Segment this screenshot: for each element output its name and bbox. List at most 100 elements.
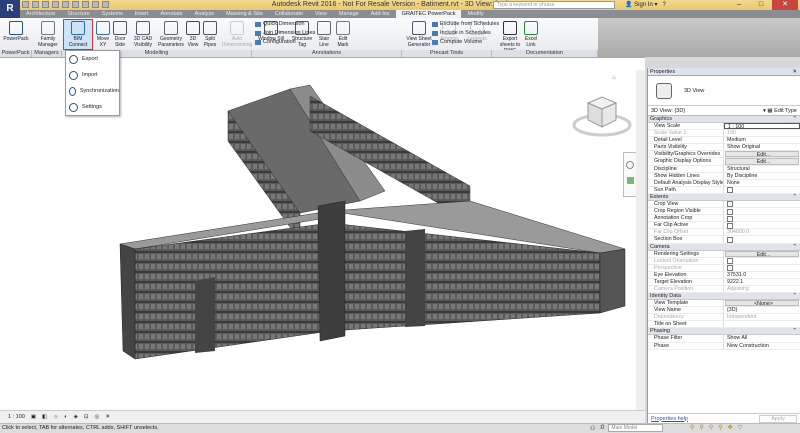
redo-icon[interactable]: [52, 1, 59, 8]
join-dimension-lines-button[interactable]: Join Dimension Lines: [255, 30, 315, 36]
view-scale-button[interactable]: 1 : 100: [8, 414, 25, 420]
move-xy-button[interactable]: Move XY: [95, 21, 111, 48]
edit-button[interactable]: Edit...: [725, 151, 799, 158]
property-value[interactable]: Adjusting: [724, 286, 800, 292]
menu-item-export[interactable]: Export: [66, 51, 119, 67]
tab-analyze[interactable]: Analyze: [189, 10, 221, 18]
menu-item-settings[interactable]: Settings: [66, 99, 119, 115]
drag-elements-icon[interactable]: ✥: [728, 424, 733, 431]
collapse-icon[interactable]: ⌃: [792, 244, 797, 250]
property-value[interactable]: 100: [724, 130, 800, 136]
include-in-schedules-button[interactable]: Include in Schedules: [432, 30, 491, 36]
type-selector[interactable]: 3D View: [648, 76, 800, 106]
3d-view-icon[interactable]: [92, 1, 99, 8]
checkbox[interactable]: [727, 265, 733, 272]
text-icon[interactable]: [82, 1, 89, 8]
sun-path-icon[interactable]: ☼: [53, 414, 58, 420]
tab-architecture[interactable]: Architecture: [20, 10, 61, 18]
tab-manage[interactable]: Manage: [333, 10, 365, 18]
worksets-icon[interactable]: ⚇: [590, 425, 595, 432]
temporary-hide-icon[interactable]: ◎: [94, 414, 99, 420]
instance-selector[interactable]: 3D View: {3D} ▾ ▦ Edit Type: [648, 106, 800, 116]
property-value[interactable]: 37531.0: [724, 272, 800, 278]
checkbox[interactable]: [727, 222, 733, 229]
steering-wheel-icon[interactable]: [626, 161, 634, 169]
detail-level-icon[interactable]: ▣: [31, 414, 36, 420]
tab-massing-site[interactable]: Massing & Site: [220, 10, 269, 18]
select-pinned-icon[interactable]: ⚲: [709, 424, 713, 431]
properties-help-link[interactable]: Properties help: [651, 416, 688, 422]
visual-style-icon[interactable]: ◧: [42, 414, 47, 420]
select-underlay-icon[interactable]: ⚲: [699, 424, 703, 431]
quick-dimension-button[interactable]: Quick Dimension: [255, 21, 305, 27]
open-icon[interactable]: [22, 1, 29, 8]
configuration-button[interactable]: Configuration: [255, 39, 296, 45]
auto-dimensioning-button[interactable]: Auto Dimensioning: [220, 21, 254, 48]
navigation-bar[interactable]: [623, 152, 637, 197]
maximize-button[interactable]: □: [750, 0, 772, 10]
close-icon[interactable]: ✕: [792, 68, 800, 76]
excel-link-button[interactable]: Excel Link: [522, 21, 540, 48]
collapse-icon[interactable]: ⌃: [792, 194, 797, 200]
tab-collaborate[interactable]: Collaborate: [269, 10, 309, 18]
zoom-icon[interactable]: [626, 177, 634, 184]
property-value[interactable]: Show Original: [724, 144, 800, 150]
group-camera[interactable]: Camera ⌃: [648, 243, 800, 251]
vertical-scrollbar[interactable]: [636, 70, 645, 410]
checkbox[interactable]: [727, 258, 733, 265]
select-by-face-icon[interactable]: ⚲: [718, 424, 722, 431]
property-value[interactable]: Independent: [724, 314, 800, 320]
save-icon[interactable]: [32, 1, 39, 8]
reveal-hidden-icon[interactable]: ☀: [105, 414, 110, 420]
tab-modify[interactable]: Modify: [461, 10, 489, 18]
property-value[interactable]: 9222.1: [724, 279, 800, 285]
exclude-from-schedules-button[interactable]: Exclude from Schedules: [432, 21, 499, 27]
sign-in-button[interactable]: 👤 Sign In ▾ ?: [625, 1, 666, 8]
edit-mark-button[interactable]: Edit Mark: [333, 21, 353, 48]
group-phasing[interactable]: Phasing ⌃: [648, 328, 800, 336]
edit-button[interactable]: Edit...: [725, 250, 799, 258]
design-option-select[interactable]: Main Model: [608, 424, 664, 432]
bim-connect-button[interactable]: BIM Connect: [64, 21, 92, 48]
group-graphics[interactable]: Graphics ⌃: [648, 116, 800, 123]
crop-icon[interactable]: ⊡: [84, 414, 89, 420]
stair-line-button[interactable]: Stair Line: [317, 21, 331, 48]
property-value[interactable]: 304800.0: [724, 229, 800, 235]
property-input[interactable]: 1 : 100: [724, 123, 800, 130]
group-extents[interactable]: Extents ⌃: [648, 193, 800, 201]
tab-annotate[interactable]: Annotate: [155, 10, 189, 18]
collapse-icon[interactable]: ⌃: [792, 293, 797, 299]
home-view-icon[interactable]: ⌂: [612, 75, 616, 81]
3d-cad-visibility-button[interactable]: 3D CAD Visibility: [130, 21, 156, 48]
measure-icon[interactable]: [72, 1, 79, 8]
family-manager-button[interactable]: Family Manager: [34, 21, 62, 48]
tab-add-ins[interactable]: Add-Ins: [365, 10, 396, 18]
revit-app-menu-button[interactable]: R: [0, 0, 20, 18]
checkbox[interactable]: [727, 208, 733, 215]
collapse-icon[interactable]: ⌃: [792, 116, 797, 122]
compute-volume-button[interactable]: Compute Volume: [432, 39, 482, 45]
split-pipes-button[interactable]: Split Pipes: [202, 21, 218, 48]
minimize-button[interactable]: –: [728, 0, 750, 10]
powerpack-button[interactable]: PowerPack: [2, 21, 30, 42]
tab-structure[interactable]: Structure: [61, 10, 95, 18]
tab-insert[interactable]: Insert: [129, 10, 155, 18]
tab-view[interactable]: View: [309, 10, 333, 18]
door-side-button[interactable]: Door Side: [112, 21, 128, 48]
close-hidden-icon[interactable]: [102, 1, 109, 8]
checkbox[interactable]: [727, 236, 733, 243]
property-value[interactable]: Medium: [724, 137, 800, 143]
close-button[interactable]: ✕: [772, 0, 798, 10]
apply-button[interactable]: Apply: [759, 414, 797, 423]
tab-systems[interactable]: Systems: [96, 10, 129, 18]
filter-icon[interactable]: ▽: [738, 424, 743, 431]
print-icon[interactable]: [62, 1, 69, 8]
geometry-parameters-button[interactable]: Geometry Parameters: [157, 21, 185, 48]
render-icon[interactable]: ◈: [74, 414, 78, 420]
checkbox[interactable]: [727, 215, 733, 222]
menu-item-import[interactable]: Import: [66, 67, 119, 83]
checkbox[interactable]: [727, 201, 733, 208]
property-value[interactable]: By Discipline: [724, 173, 800, 179]
help-button[interactable]: ?: [663, 2, 666, 8]
property-value[interactable]: Structural: [724, 166, 800, 172]
